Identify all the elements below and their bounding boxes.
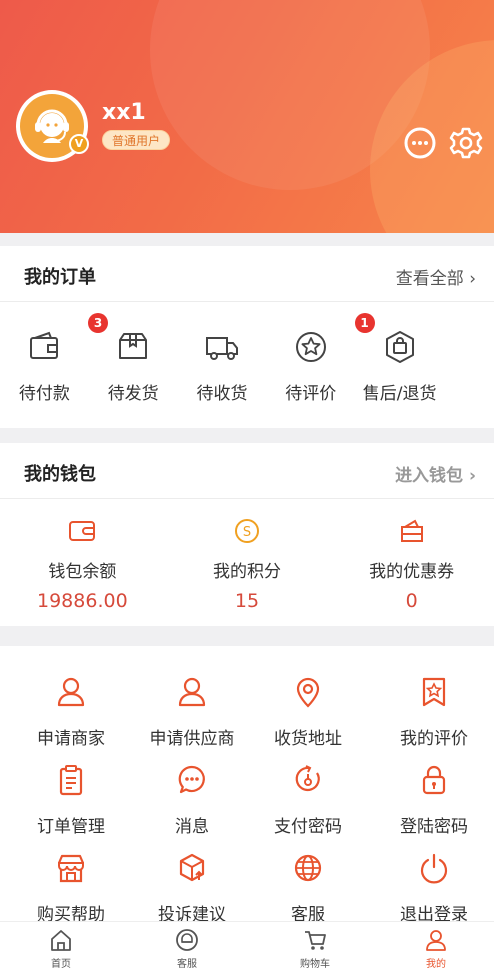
- order-status-row: 3 待付款 待发货 1 待收货 待评价 售后/退货: [0, 302, 494, 428]
- tab-mine[interactable]: 我的: [378, 922, 494, 973]
- profile-page: V xx1 普通用户 我的订单 查看全部 › 3 待付款 待发货 1 待收货 待…: [0, 0, 494, 973]
- user-name: xx1: [102, 100, 146, 125]
- chevron-right-icon: ›: [463, 466, 476, 486]
- wallet-coupons[interactable]: 我的优惠券 0: [329, 499, 494, 627]
- cart-icon: [305, 931, 326, 950]
- store-icon: [57, 854, 85, 883]
- order-pending-shipment[interactable]: 待发货: [89, 302, 178, 428]
- service-icon: [176, 929, 198, 951]
- my-orders-title: 我的订单: [24, 267, 96, 288]
- home-icon: [51, 930, 71, 951]
- services-grid: 申请商家 申请供应商 收货地址 我的评价 订单管理 消息 支付密码 登陆密码 购…: [0, 646, 494, 940]
- profile-icon: [426, 930, 446, 951]
- user-icon: [57, 677, 85, 707]
- my-wallet-card: 我的钱包 进入钱包 › 钱包余额 19886.00 S 我的积分 15 我的优惠…: [0, 443, 494, 626]
- vip-badge: V: [69, 134, 89, 154]
- pay-lock-icon: [295, 765, 320, 791]
- order-after-sales[interactable]: 售后/退货: [355, 302, 444, 428]
- power-icon: [420, 853, 448, 884]
- wallet-points-value: 15: [234, 590, 260, 612]
- service-apply-merchant[interactable]: 申请商家: [0, 676, 142, 764]
- enter-wallet-link[interactable]: 进入钱包 ›: [395, 461, 476, 486]
- service-shipping-address[interactable]: 收货地址: [242, 676, 374, 764]
- my-wallet-title: 我的钱包: [24, 464, 96, 485]
- wallet-points[interactable]: S 我的积分 15: [165, 499, 330, 627]
- chat-icon: [178, 765, 205, 794]
- refund-bag-icon: [385, 331, 414, 363]
- user-level-badge: 普通用户: [102, 130, 171, 150]
- cube-icon: [179, 853, 205, 882]
- lock-icon: [422, 765, 446, 795]
- settings-gear-icon[interactable]: [449, 126, 483, 160]
- wallet-balance[interactable]: 钱包余额 19886.00: [0, 499, 165, 627]
- tab-service[interactable]: 客服: [122, 922, 252, 973]
- order-pending-receipt[interactable]: 1 待收货: [178, 302, 375, 428]
- wallet-balance-value: 19886.00: [37, 590, 128, 612]
- service-login-password[interactable]: 登陆密码: [374, 764, 494, 852]
- location-icon: [296, 677, 320, 708]
- service-messages[interactable]: 消息: [142, 764, 242, 852]
- service-my-reviews[interactable]: 我的评价: [374, 676, 494, 764]
- order-pending-payment[interactable]: 3 待付款: [0, 302, 108, 428]
- tab-cart[interactable]: 购物车: [252, 922, 378, 973]
- wallet-coupons-value: 0: [405, 590, 418, 612]
- globe-icon: [294, 854, 322, 882]
- service-payment-password[interactable]: 支付密码: [242, 764, 374, 852]
- star-bookmark-icon: [422, 677, 446, 707]
- order-pending-review[interactable]: 3 待评价: [266, 302, 355, 428]
- view-all-orders-link[interactable]: 查看全部 ›: [396, 264, 476, 289]
- service-order-management[interactable]: 订单管理: [0, 764, 142, 852]
- wallet-icon: [30, 331, 59, 359]
- message-icon[interactable]: [403, 126, 437, 160]
- wallet-card-icon: [69, 521, 96, 541]
- tab-home[interactable]: 首页: [0, 922, 122, 973]
- my-orders-card: 我的订单 查看全部 › 3 待付款 待发货 1 待收货 待评价 售后/退货: [0, 246, 494, 428]
- coupon-icon: [400, 519, 423, 542]
- user-icon: [178, 677, 206, 707]
- services-card: 申请商家 申请供应商 收货地址 我的评价 订单管理 消息 支付密码 登陆密码 购…: [0, 646, 494, 925]
- coin-s-icon: S: [235, 519, 259, 543]
- bottom-tab-bar: 首页 客服 购物车 我的: [0, 921, 494, 973]
- box-icon: [119, 333, 148, 359]
- service-apply-supplier[interactable]: 申请供应商: [142, 676, 242, 764]
- clipboard-icon: [59, 765, 83, 796]
- star-icon: [295, 332, 326, 362]
- truck-icon: [205, 337, 238, 360]
- svg-text:S: S: [243, 525, 251, 540]
- chevron-right-icon: ›: [463, 269, 476, 289]
